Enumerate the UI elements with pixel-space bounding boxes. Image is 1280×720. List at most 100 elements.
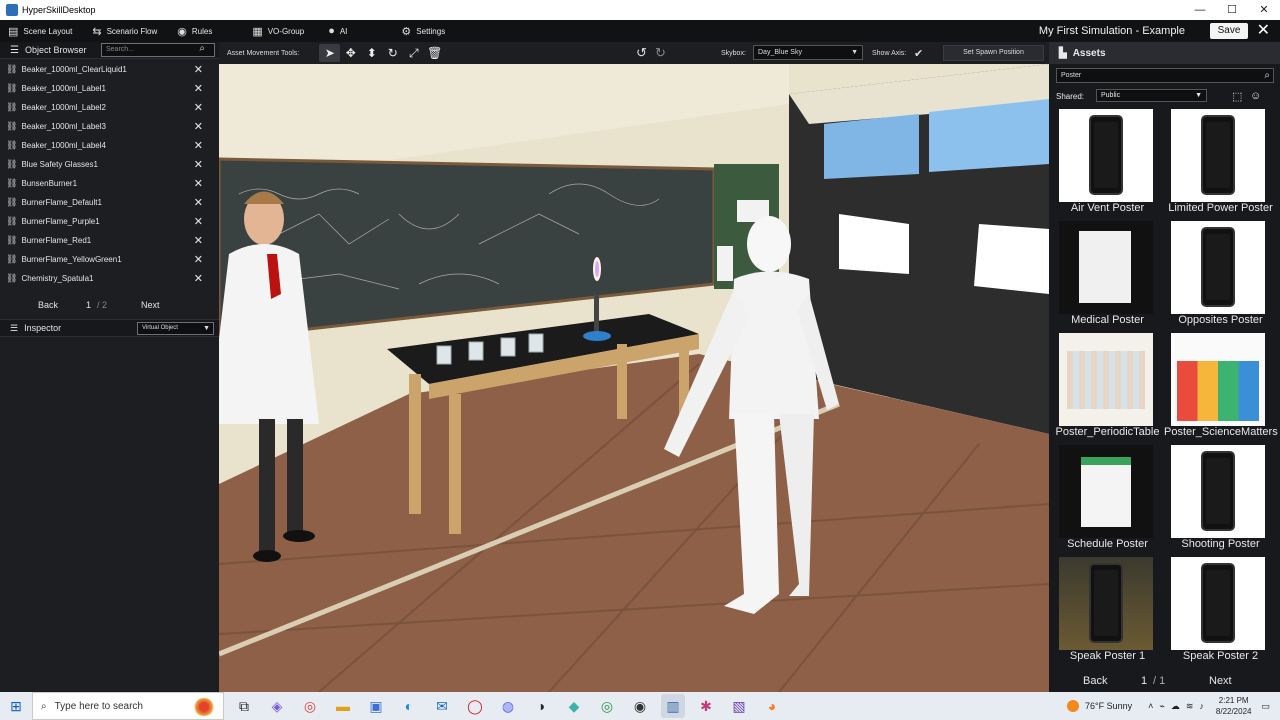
undo-icon[interactable]: ↺ [636,45,647,61]
wifi-icon[interactable]: ≋ [1186,701,1194,712]
menu-scene-layout[interactable]: ▤ Scene Layout [0,20,82,42]
rotate-tool-icon[interactable]: ↻ [382,46,403,60]
asset-card[interactable]: Speak Poster 1 [1051,554,1164,664]
list-item[interactable]: ⛓ Blue Safety Glasses1 ✕ [0,155,219,174]
clapper-icon[interactable]: ▧ [727,694,751,718]
shared-select[interactable]: Public ▼ [1096,89,1207,102]
next-button[interactable]: Next [141,300,160,310]
scale-tool-icon[interactable]: ⤢ [403,46,424,61]
delete-icon[interactable]: ✕ [194,101,203,114]
back-button[interactable]: Back [38,300,58,310]
cube-icon[interactable]: ⬚ [1232,90,1242,103]
store-icon[interactable]: ▣ [364,694,388,718]
menu-vo-group[interactable]: ▦ VO-Group [242,20,314,42]
steam-icon[interactable]: ◑ [529,694,553,718]
copilot-icon[interactable]: ◈ [265,694,289,718]
list-item[interactable]: ⛓ Beaker_1000ml_Label1 ✕ [0,79,219,98]
list-item[interactable]: ⛓ BurnerFlame_Default1 ✕ [0,193,219,212]
asset-card[interactable]: Limited Power Poster [1164,106,1277,216]
link-icon: ⛓ [6,64,18,74]
asset-card[interactable]: Poster_ScienceMatters [1164,330,1278,440]
app-icon[interactable]: ◆ [562,694,586,718]
delete-icon[interactable]: ✕ [194,177,203,190]
asset-card[interactable]: Air Vent Poster [1051,106,1164,216]
delete-icon[interactable]: ✕ [194,234,203,247]
windows-start-icon[interactable]: ⊞ [0,698,32,715]
minimize-button[interactable]: — [1184,0,1216,20]
move-tool-icon[interactable]: ✥ [340,46,361,60]
object-search-input[interactable]: Search... ⌕ [101,43,215,57]
delete-icon[interactable]: ✕ [194,120,203,133]
back-button[interactable]: Back [1083,675,1107,687]
chevron-up-icon[interactable]: ˄ [1148,701,1153,711]
discord-icon[interactable]: ◍ [496,694,520,718]
list-item[interactable]: ⛓ BunsenBurner1 ✕ [0,174,219,193]
delete-icon[interactable]: ✕ [194,139,203,152]
search-icon[interactable]: ⌕ [199,43,205,55]
window-close-button[interactable]: ✕ [1248,0,1280,20]
list-item[interactable]: ⛓ Beaker_1000ml_Label4 ✕ [0,136,219,155]
asset-card[interactable]: Shooting Poster [1164,442,1277,552]
asset-search-input[interactable]: Poster ⌕ [1056,68,1274,83]
list-item[interactable]: ⛓ Chemistry_Spatula1 ✕ [0,269,219,288]
delete-icon[interactable]: ✕ [194,63,203,76]
list-item[interactable]: ⛓ Beaker_1000ml_Label2 ✕ [0,98,219,117]
asset-card[interactable]: Opposites Poster [1164,218,1277,328]
trash-icon[interactable]: 🗑 [424,46,445,60]
taskbar-search-input[interactable]: ⌕ Type here to search [32,692,224,720]
delete-icon[interactable]: ✕ [194,196,203,209]
list-item[interactable]: ⛓ BurnerFlame_YellowGreen1 ✕ [0,250,219,269]
menu-scenario-flow[interactable]: ⇆ Scenario Flow [82,20,167,42]
delete-icon[interactable]: ✕ [194,158,203,171]
chrome-icon[interactable]: ◎ [298,694,322,718]
search-icon[interactable]: ⌕ [1264,69,1270,82]
network-icon[interactable]: ⌁ [1159,701,1164,712]
asset-card[interactable]: Medical Poster [1051,218,1164,328]
slack-icon[interactable]: ✱ [694,694,718,718]
close-icon[interactable]: ✕ [1257,20,1270,42]
delete-icon[interactable]: ✕ [194,253,203,266]
menu-rules[interactable]: ◉ Rules [167,20,222,42]
next-button[interactable]: Next [1209,675,1232,687]
redo-icon[interactable]: ↻ [655,45,666,61]
set-spawn-position-button[interactable]: Set Spawn Position [943,45,1044,61]
notifications-icon[interactable]: ▭ [1261,701,1270,712]
show-axis-checkbox[interactable]: ✔ [914,47,923,60]
asset-card[interactable]: Speak Poster 2 [1164,554,1277,664]
mail-icon[interactable]: ✉ [430,694,454,718]
skybox-select[interactable]: Day_Blue Sky ▼ [753,45,863,60]
asset-thumbnail [1059,557,1153,650]
vertical-move-icon[interactable]: ⬍ [361,46,382,60]
hyperskill-icon[interactable]: ▥ [661,694,685,718]
list-item[interactable]: ⛓ BurnerFlame_Red1 ✕ [0,231,219,250]
file-explorer-icon[interactable]: ▬ [331,694,355,718]
asset-card[interactable]: Poster_PeriodicTable [1051,330,1164,440]
asset-card[interactable]: Schedule Poster [1051,442,1164,552]
select-tool-icon[interactable]: ➤ [319,44,341,62]
delete-icon[interactable]: ✕ [194,215,203,228]
clock[interactable]: 2:21 PM 8/22/2024 [1216,695,1252,717]
maximize-button[interactable]: ☐ [1216,0,1248,20]
page-number[interactable]: 1 [86,300,91,310]
list-item[interactable]: ⛓ Beaker_1000ml_Label3 ✕ [0,117,219,136]
edge-icon[interactable]: ◐ [397,694,421,718]
weather-text[interactable]: 76°F Sunny [1085,701,1132,711]
menu-ai[interactable]: ● AI [318,20,357,42]
task-view-icon[interactable]: ⧉ [232,694,256,718]
menu-settings[interactable]: ⚙ Settings [391,20,455,42]
firefox-icon[interactable]: ◕ [760,694,784,718]
save-button[interactable]: Save [1210,23,1248,39]
delete-icon[interactable]: ✕ [194,82,203,95]
scene-viewport[interactable] [219,64,1049,692]
cloud-icon[interactable]: ☁ [1171,701,1180,712]
inspector-type-select[interactable]: Virtual Object ▼ [137,322,214,335]
page-number[interactable]: 1 [1141,675,1147,687]
list-item[interactable]: ⛓ Beaker_1000ml_ClearLiquid1 ✕ [0,60,219,79]
opera-icon[interactable]: ◯ [463,694,487,718]
delete-icon[interactable]: ✕ [194,272,203,285]
user-icon[interactable]: ☺ [1250,90,1261,102]
obs-icon[interactable]: ◉ [628,694,652,718]
list-item[interactable]: ⛓ BurnerFlame_Purple1 ✕ [0,212,219,231]
chrome-profile-icon[interactable]: ◎ [595,694,619,718]
volume-icon[interactable]: ♪ [1199,701,1204,711]
